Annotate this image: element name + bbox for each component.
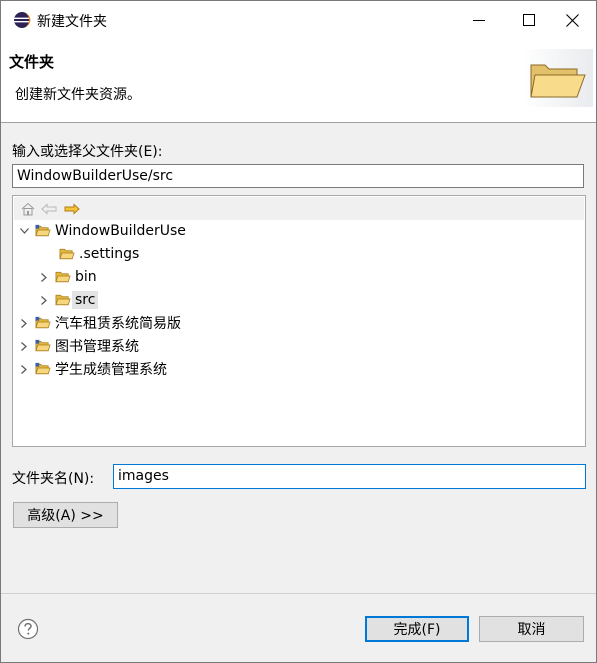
tree-item-src[interactable]: src — [39, 289, 99, 311]
finish-button[interactable]: 完成(F) — [365, 616, 469, 642]
tree-item-label: bin — [75, 269, 97, 285]
tree-item-label: .settings — [79, 246, 140, 262]
project-folder-icon — [35, 224, 51, 238]
tree-item-label: WindowBuilderUse — [55, 223, 186, 239]
cancel-button[interactable]: 取消 — [479, 616, 584, 642]
help-icon[interactable] — [17, 618, 39, 640]
new-folder-dialog: 新建文件夹 文件夹 创建新文件夹资源。 输入或选择父文件夹(E): Window… — [0, 0, 597, 663]
folder-name-label: 文件夹名(N): — [12, 471, 95, 487]
forward-button[interactable] — [63, 200, 81, 218]
project-folder-icon — [35, 339, 51, 353]
tree-item-windowbuilderuse[interactable]: WindowBuilderUse — [19, 220, 186, 242]
tree-item-settings[interactable]: .settings — [43, 243, 139, 265]
maximize-button[interactable] — [506, 1, 552, 39]
home-icon — [21, 202, 35, 216]
title-bar: 新建文件夹 — [1, 1, 596, 39]
footer-divider — [1, 593, 596, 594]
folder-name-input[interactable]: images — [113, 464, 586, 489]
back-arrow-icon — [41, 203, 57, 215]
folder-icon — [55, 293, 71, 307]
chevron-down-icon[interactable] — [19, 220, 29, 242]
page-description: 创建新文件夹资源。 — [15, 87, 141, 103]
parent-folder-label: 输入或选择父文件夹(E): — [12, 144, 163, 160]
close-icon — [565, 13, 579, 27]
folder-tree[interactable]: WindowBuilderUse .settings bin src 汽车租赁系… — [12, 195, 586, 447]
back-button[interactable] — [40, 200, 58, 218]
tree-item-bin[interactable]: bin — [39, 266, 97, 288]
tree-item-label: src — [72, 291, 99, 309]
tree-toolbar — [14, 197, 584, 220]
parent-folder-input[interactable]: WindowBuilderUse/src — [12, 164, 584, 188]
folder-icon — [55, 270, 71, 284]
chevron-right-icon[interactable] — [39, 266, 49, 288]
tree-item-label: 学生成绩管理系统 — [55, 362, 167, 378]
window-title: 新建文件夹 — [37, 14, 107, 30]
chevron-right-icon[interactable] — [19, 335, 29, 357]
minimize-icon — [473, 20, 485, 21]
open-folder-icon — [523, 49, 593, 107]
wizard-banner: 文件夹 创建新文件夹资源。 — [1, 39, 596, 123]
forward-arrow-icon — [64, 203, 80, 215]
advanced-button[interactable]: 高级(A) >> — [13, 502, 118, 528]
chevron-right-icon[interactable] — [19, 312, 29, 334]
tree-item-grades[interactable]: 学生成绩管理系统 — [19, 358, 167, 380]
minimize-button[interactable] — [456, 1, 502, 39]
project-folder-icon — [35, 362, 51, 376]
eclipse-icon — [14, 12, 31, 28]
tree-item-car-rental[interactable]: 汽车租赁系统简易版 — [19, 312, 181, 334]
chevron-right-icon[interactable] — [39, 289, 49, 311]
tree-item-label: 汽车租赁系统简易版 — [55, 316, 181, 332]
close-button[interactable] — [549, 1, 595, 39]
chevron-right-icon[interactable] — [19, 358, 29, 380]
project-folder-icon — [35, 316, 51, 330]
folder-icon — [59, 247, 75, 261]
tree-item-library[interactable]: 图书管理系统 — [19, 335, 139, 357]
tree-item-label: 图书管理系统 — [55, 339, 139, 355]
maximize-icon — [523, 14, 535, 26]
home-button[interactable] — [19, 200, 37, 218]
page-title: 文件夹 — [9, 53, 55, 71]
